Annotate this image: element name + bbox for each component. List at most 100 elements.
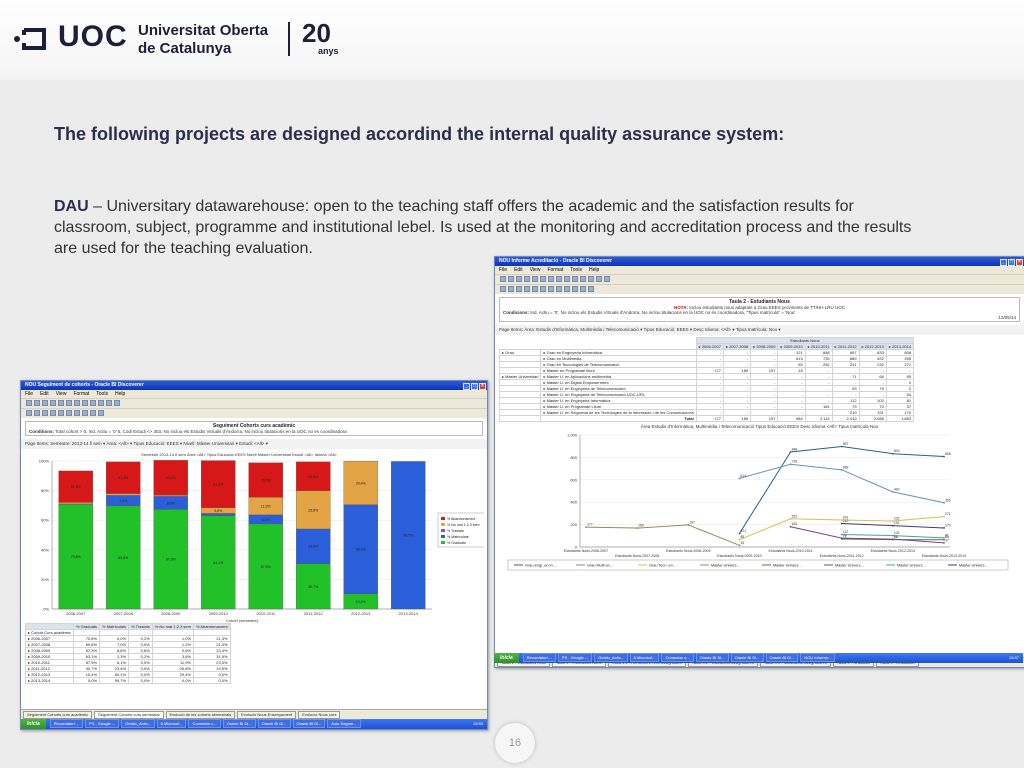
tool-icon[interactable]	[98, 400, 104, 406]
taskbar-item[interactable]: Acto Segum...	[327, 719, 361, 728]
tool-icon[interactable]	[82, 400, 88, 406]
menu-tools[interactable]: Tools	[96, 391, 108, 397]
tool-icon[interactable]	[524, 286, 530, 292]
menu-view[interactable]: View	[530, 267, 541, 273]
tool-icon[interactable]	[34, 400, 40, 406]
tool-icon[interactable]	[572, 276, 578, 282]
tool-icon[interactable]	[74, 410, 80, 416]
taskbar-item[interactable]: Gestio_Activ...	[594, 653, 628, 662]
taskbar-item[interactable]: NOU Informe...	[800, 653, 836, 662]
menu-file[interactable]: File	[499, 267, 507, 273]
tool-icon[interactable]	[50, 400, 56, 406]
minimize-icon[interactable]: _	[1000, 259, 1007, 266]
worksheet-tab[interactable]: Seguiment Cohorts curs acadèmic	[23, 711, 93, 719]
tool-icon[interactable]	[42, 400, 48, 406]
menu-format[interactable]: Format	[73, 391, 89, 397]
tool-icon[interactable]	[82, 410, 88, 416]
tool-icon[interactable]	[98, 410, 104, 416]
menu-file[interactable]: File	[25, 391, 33, 397]
tool-icon[interactable]	[90, 400, 96, 406]
menu-format[interactable]: Format	[547, 267, 563, 273]
tool-icon[interactable]	[556, 286, 562, 292]
tool-icon[interactable]	[548, 286, 554, 292]
tool-icon[interactable]	[588, 276, 594, 282]
taskbar-item[interactable]: Oracle BI Di...	[222, 719, 256, 728]
worksheet-tab[interactable]: Evolució de les cohorts semestrals	[165, 711, 236, 719]
taskbar-item[interactable]: Comentar o...	[188, 719, 221, 728]
tool-icon[interactable]	[524, 276, 530, 282]
total-cell: 1.863	[885, 415, 915, 422]
tool-icon[interactable]	[26, 400, 32, 406]
taskbar-item[interactable]: PS - Google ...	[84, 719, 120, 728]
worksheet-tab[interactable]: Evolució Nous Ensenyament	[237, 711, 297, 719]
tool-icon[interactable]	[90, 410, 96, 416]
taskbar-item[interactable]: Oracle BI Di...	[695, 653, 729, 662]
table-cell: 0,0%	[151, 677, 194, 684]
taskbar-item[interactable]: 6 Microsof...	[629, 653, 660, 662]
window-titlebar[interactable]: NOU Seguiment de cohorts - Oracle BI Dis…	[21, 381, 487, 390]
taskbar-item[interactable]: Recordatori:...	[522, 653, 556, 662]
tool-icon[interactable]	[588, 286, 594, 292]
menu-edit[interactable]: Edit	[40, 391, 49, 397]
maximize-icon[interactable]: □	[1008, 259, 1015, 266]
page-items-bar[interactable]: Page Items: Àrea: Estudis d'Informàtica,…	[495, 325, 1024, 335]
page-items-bar[interactable]: Page Items: Semestre: 2013-14 fi sem ▾ À…	[21, 439, 487, 449]
menu-view[interactable]: View	[56, 391, 67, 397]
data-label: 492	[894, 487, 900, 491]
tool-icon[interactable]	[66, 410, 72, 416]
maximize-icon[interactable]: □	[471, 383, 478, 390]
close-icon[interactable]: ×	[479, 383, 486, 390]
tool-icon[interactable]	[114, 400, 120, 406]
tool-icon[interactable]	[532, 286, 538, 292]
worksheet-tab[interactable]: Seguiment Cohorts curs semestral	[94, 711, 164, 719]
tool-icon[interactable]	[106, 400, 112, 406]
tool-icon[interactable]	[580, 276, 586, 282]
tool-icon[interactable]	[596, 276, 602, 282]
tool-icon[interactable]	[74, 400, 80, 406]
minimize-icon[interactable]: _	[463, 383, 470, 390]
taskbar-item[interactable]: PS - Google ...	[557, 653, 593, 662]
tool-icon[interactable]	[58, 410, 64, 416]
taskbar-item[interactable]: Recordatori:...	[49, 719, 83, 728]
tool-icon[interactable]	[540, 276, 546, 282]
tool-icon[interactable]	[66, 400, 72, 406]
tool-icon[interactable]	[500, 286, 506, 292]
tool-icon[interactable]	[500, 276, 506, 282]
worksheet-tab[interactable]: Evolució Nous curs	[298, 711, 341, 719]
tool-icon[interactable]	[540, 286, 546, 292]
tool-icon[interactable]	[604, 276, 610, 282]
taskbar-item[interactable]: Gestio_Activ...	[121, 719, 155, 728]
tool-icon[interactable]	[564, 276, 570, 282]
tool-icon[interactable]	[532, 276, 538, 282]
accreditation-window[interactable]: NOU Informe Acreditació - Oracle BI Disc…	[494, 256, 1024, 668]
tool-icon[interactable]	[50, 410, 56, 416]
tool-icon[interactable]	[508, 286, 514, 292]
menu-help[interactable]: Help	[589, 267, 599, 273]
menu-help[interactable]: Help	[115, 391, 125, 397]
start-button[interactable]: Inicia	[21, 719, 46, 729]
cohorts-window[interactable]: NOU Seguiment de cohorts - Oracle BI Dis…	[20, 380, 488, 730]
tool-icon[interactable]	[548, 276, 554, 282]
taskbar-item[interactable]: Oracle BI Di...	[292, 719, 326, 728]
tool-icon[interactable]	[26, 410, 32, 416]
taskbar-item[interactable]: Comentar o...	[661, 653, 694, 662]
menu-edit[interactable]: Edit	[514, 267, 523, 273]
taskbar-item[interactable]: Oracle BI Di...	[765, 653, 799, 662]
tool-icon[interactable]	[516, 276, 522, 282]
tool-icon[interactable]	[508, 276, 514, 282]
menu-tools[interactable]: Tools	[570, 267, 582, 273]
window-titlebar[interactable]: NOU Informe Acreditació - Oracle BI Disc…	[495, 257, 1024, 266]
start-button[interactable]: Inicia	[494, 653, 519, 663]
taskbar-item[interactable]: Oracle BI Di...	[257, 719, 291, 728]
tool-icon[interactable]	[42, 410, 48, 416]
tool-icon[interactable]	[516, 286, 522, 292]
tool-icon[interactable]	[58, 400, 64, 406]
close-icon[interactable]: ×	[1016, 259, 1023, 266]
tool-icon[interactable]	[572, 286, 578, 292]
taskbar-item[interactable]: Oracle BI Di...	[730, 653, 764, 662]
tool-icon[interactable]	[34, 410, 40, 416]
tool-icon[interactable]	[556, 276, 562, 282]
tool-icon[interactable]	[580, 286, 586, 292]
taskbar-item[interactable]: 6 Microsof...	[156, 719, 187, 728]
tool-icon[interactable]	[564, 286, 570, 292]
